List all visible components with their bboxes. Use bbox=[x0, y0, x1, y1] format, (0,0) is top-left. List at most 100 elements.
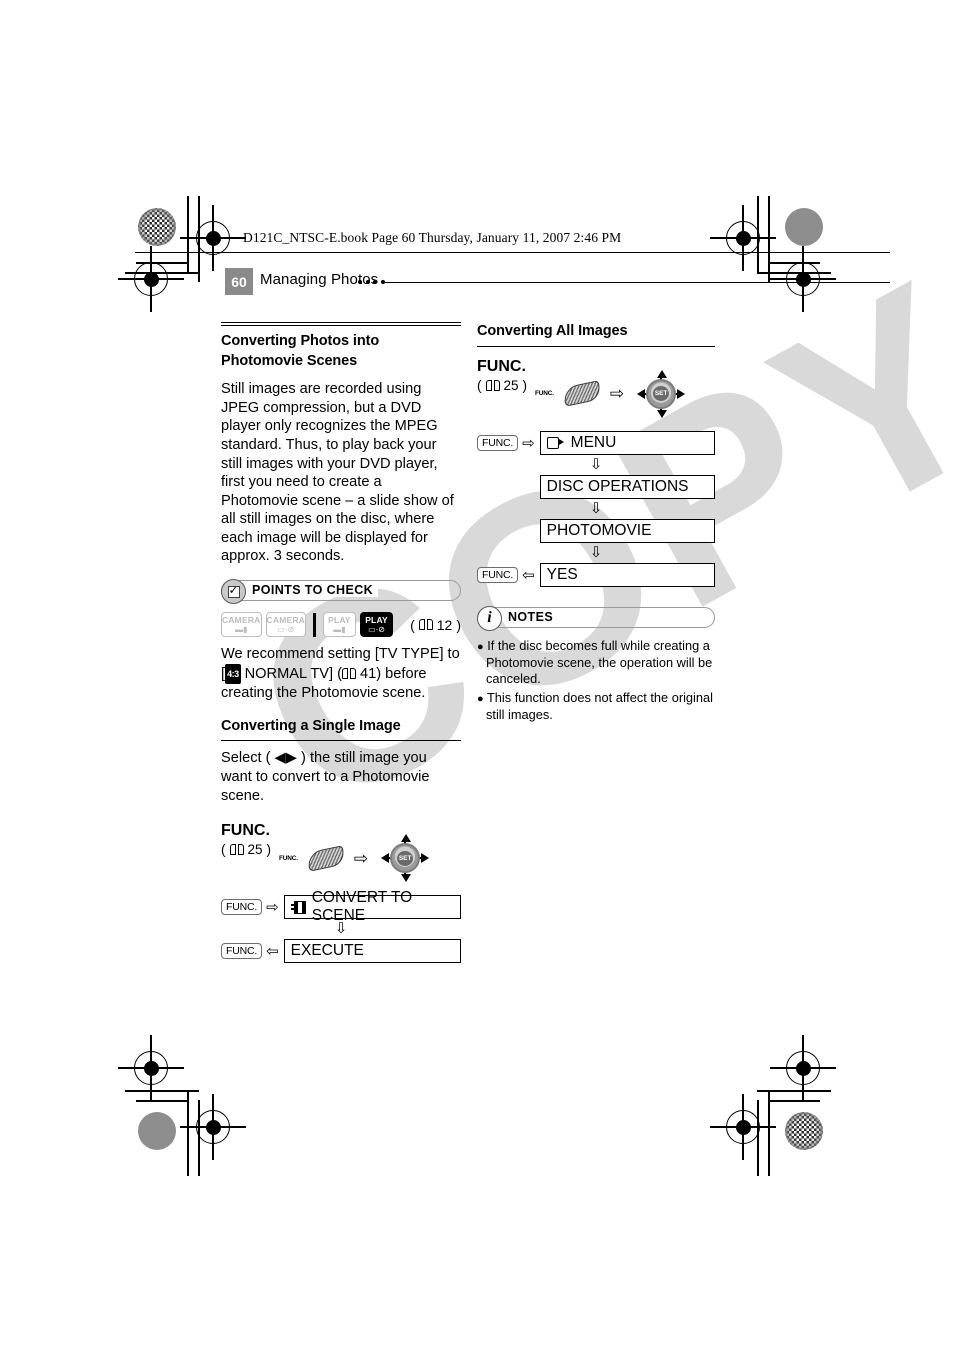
menu-item-label: CONVERT TO SCENE bbox=[311, 889, 413, 925]
checkbox-icon bbox=[221, 579, 246, 605]
joystick-set-icon[interactable]: SET bbox=[637, 369, 686, 418]
joystick-left-arrow bbox=[637, 388, 646, 399]
section-double-rule bbox=[221, 322, 461, 326]
menu-item-label: DISC OPERATIONS bbox=[546, 477, 689, 495]
print-header-line: D121C_NTSC-E.book Page 60 Thursday, Janu… bbox=[243, 230, 622, 245]
subsection-heading-single-image: Converting a Single Image bbox=[221, 717, 401, 734]
menu-flow-right: FUNC. ⇨ MENU ⇩ FUNC. ⇨ DISC OPERATIONS ⇩… bbox=[477, 430, 715, 587]
points-to-check-label: POINTS TO CHECK bbox=[249, 583, 379, 598]
menu-item-photomovie[interactable]: PHOTOMOVIE bbox=[539, 518, 715, 543]
joystick-right-arrow bbox=[421, 853, 430, 864]
joystick-set-icon[interactable]: SET bbox=[381, 834, 430, 883]
mode-page-reference: ( 12) bbox=[410, 616, 461, 633]
mode-badge-camera-movie: CAMERA ▬▮ bbox=[221, 612, 262, 638]
flow-connector-arrow: ⇩ bbox=[589, 543, 603, 561]
menu-item-execute[interactable]: EXECUTE bbox=[283, 939, 461, 964]
document-page: D121C_NTSC-E.book Page 60 Thursday, Janu… bbox=[0, 0, 954, 1351]
mode-divider bbox=[313, 612, 316, 637]
mode-badge-title: PLAY bbox=[365, 614, 388, 625]
notes-label: NOTES bbox=[505, 609, 559, 624]
func-page-reference: ( 25) bbox=[477, 377, 528, 393]
subsection-rule bbox=[221, 740, 461, 742]
arrow-left-icon: ⇦ bbox=[522, 566, 535, 584]
right-column: Converting All Images FUNC. ( 25) FUNC. … bbox=[477, 322, 715, 726]
arrow-right-icon: ⇨ bbox=[522, 434, 535, 452]
arrow-right-icon: ⇨ bbox=[609, 384, 625, 404]
func-key-button[interactable]: FUNC. bbox=[477, 434, 519, 451]
flow-step: FUNC. ⇦ EXECUTE bbox=[221, 939, 461, 964]
func-button-icon[interactable] bbox=[563, 380, 601, 407]
joystick-up-arrow bbox=[401, 834, 412, 843]
section-heading-all-images: Converting All Images bbox=[477, 323, 628, 339]
mode-badge-title: CAMERA bbox=[266, 614, 306, 625]
photo-camera-icon: ▭·⊘ bbox=[277, 624, 295, 634]
note-text: This function does not affect the origin… bbox=[486, 689, 713, 723]
flow-step: FUNC. ⇨ CONVERT TO SCENE bbox=[221, 889, 461, 924]
film-strip-icon bbox=[290, 900, 306, 914]
func-label: FUNC. bbox=[221, 822, 270, 840]
menu-item-menu[interactable]: MENU bbox=[539, 430, 715, 455]
func-key-button[interactable]: FUNC. bbox=[221, 899, 263, 916]
func-key-button[interactable]: FUNC. bbox=[221, 943, 263, 960]
mode-badge-camera-photo: CAMERA ▭·⊘ bbox=[265, 612, 307, 638]
menu-item-label: EXECUTE bbox=[290, 942, 364, 960]
movie-play-icon: ▬▮ bbox=[333, 624, 346, 634]
tv-type-recommendation: We recommend setting [TV TYPE] to [4:3 N… bbox=[221, 646, 460, 702]
single-image-instruction: Select ( ◀▶ ) the still image you want t… bbox=[221, 750, 430, 804]
flow-step: FUNC. ⇨ DISC OPERATIONS bbox=[477, 474, 715, 499]
flow-step: FUNC. ⇨ PHOTOMOVIE bbox=[477, 518, 715, 543]
section-rule bbox=[477, 345, 715, 347]
func-step-header-left: FUNC. ( 25) FUNC. ⇨ SET bbox=[221, 822, 461, 883]
photo-play-icon: ▭·⊘ bbox=[368, 624, 385, 634]
menu-item-convert-to-scene[interactable]: CONVERT TO SCENE bbox=[283, 889, 461, 924]
section-heading-photomovie: Converting Photos into Photomovie Scenes bbox=[221, 333, 380, 369]
joystick-right-arrow bbox=[677, 388, 686, 399]
flow-connector-arrow: ⇩ bbox=[589, 499, 603, 517]
camcorder-menu-icon bbox=[546, 436, 564, 449]
joystick-up-arrow bbox=[657, 369, 668, 378]
menu-flow-left: FUNC. ⇨ CONVERT TO SCENE ⇩ FUNC. ⇦ EXECU… bbox=[221, 889, 461, 964]
page-number: 60 bbox=[225, 268, 253, 295]
page-ref-number: 41 bbox=[360, 665, 377, 682]
arrow-right-icon: ⇨ bbox=[266, 899, 279, 917]
func-key-button[interactable]: FUNC. bbox=[477, 566, 519, 583]
notes-list: ● If the disc becomes full while creatin… bbox=[477, 638, 715, 724]
running-head-rule bbox=[382, 281, 890, 283]
tv-type-text-before: We recommend setting [TV TYPE] to bbox=[221, 646, 460, 663]
arrow-right-icon: ⇨ bbox=[353, 848, 369, 868]
func-button-caption: FUNC. bbox=[535, 390, 554, 398]
page-ref-number: 25 bbox=[247, 842, 263, 858]
menu-item-label: MENU bbox=[570, 433, 617, 451]
func-button-icon[interactable] bbox=[307, 844, 345, 872]
book-icon bbox=[229, 844, 244, 856]
mode-badge-play-photo-active: PLAY ▭·⊘ bbox=[360, 612, 394, 638]
func-page-reference: ( 25) bbox=[221, 842, 272, 858]
points-to-check-callout: POINTS TO CHECK bbox=[221, 579, 461, 605]
menu-item-yes[interactable]: YES bbox=[539, 562, 715, 587]
joystick-down-arrow bbox=[657, 409, 668, 418]
mode-badge-play-movie: PLAY ▬▮ bbox=[322, 612, 356, 638]
joystick-set-label: SET bbox=[397, 850, 414, 866]
joystick-down-arrow bbox=[401, 874, 412, 883]
menu-item-disc-operations[interactable]: DISC OPERATIONS bbox=[539, 474, 715, 499]
info-icon: i bbox=[477, 605, 502, 631]
func-label: FUNC. bbox=[477, 357, 526, 375]
page-ref-number: 12 bbox=[436, 616, 453, 633]
running-head-dots bbox=[358, 280, 385, 284]
operating-mode-badges: CAMERA ▬▮ CAMERA ▭·⊘ PLAY ▬▮ PLAY ▭·⊘ ( … bbox=[221, 612, 461, 638]
arrow-left-icon: ⇦ bbox=[266, 943, 279, 961]
movie-camera-icon: ▬▮ bbox=[235, 624, 248, 634]
header-rule bbox=[135, 252, 890, 254]
func-step-header-right: FUNC. ( 25) FUNC. ⇨ SET bbox=[477, 357, 715, 418]
section-body-text: Still images are recorded using JPEG com… bbox=[221, 381, 454, 565]
note-item: ● This function does not affect the orig… bbox=[477, 689, 713, 723]
book-icon bbox=[341, 667, 356, 679]
mode-badge-title: CAMERA bbox=[222, 614, 261, 625]
tv-type-value: NORMAL TV] bbox=[244, 665, 334, 682]
notes-callout: i NOTES bbox=[477, 605, 715, 631]
menu-item-label: PHOTOMOVIE bbox=[546, 521, 652, 539]
book-icon bbox=[418, 619, 433, 631]
menu-item-label: YES bbox=[546, 565, 578, 583]
flow-step: FUNC. ⇦ YES bbox=[477, 562, 715, 587]
joystick-left-arrow bbox=[381, 853, 390, 864]
